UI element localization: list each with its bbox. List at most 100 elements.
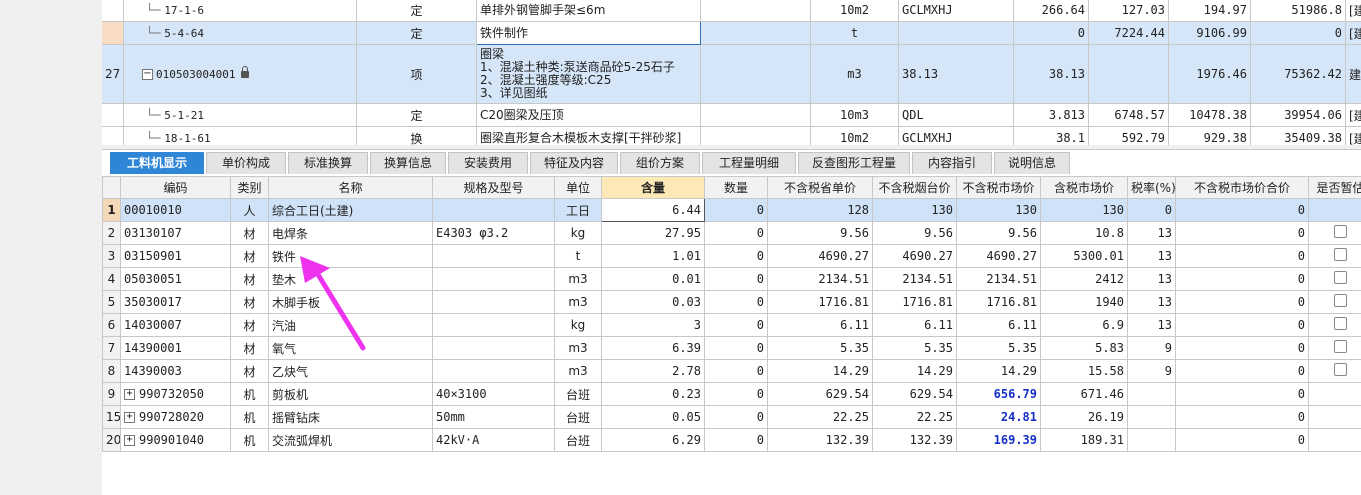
provisional-cell[interactable] (1308, 313, 1361, 337)
yantai-price-cell[interactable]: 14.29 (872, 359, 957, 383)
province-price-cell[interactable]: 4690.27 (767, 244, 873, 268)
tab-4[interactable]: 安装费用 (448, 152, 528, 174)
quantity-cell[interactable]: 0 (704, 313, 768, 337)
unit-cell[interactable]: 10m2 (810, 126, 899, 145)
tab-8[interactable]: 反查图形工程量 (798, 152, 910, 174)
tax-market-price-cell[interactable]: 5300.01 (1040, 244, 1128, 268)
market-total-cell[interactable]: 0 (1175, 428, 1309, 452)
provisional-cell[interactable] (1308, 336, 1361, 360)
tab-0[interactable]: 工料机显示 (110, 152, 204, 174)
col-header[interactable]: 规格及型号 (432, 176, 555, 199)
row-number[interactable] (102, 0, 124, 22)
price1-cell[interactable]: 7224.44 (1088, 21, 1169, 45)
tax-market-price-cell[interactable]: 671.46 (1040, 382, 1128, 406)
provisional-cell[interactable] (1308, 405, 1361, 429)
quantity-cell[interactable]: 0 (704, 267, 768, 291)
provisional-cell[interactable] (1308, 267, 1361, 291)
tax-rate-cell[interactable] (1127, 382, 1176, 406)
tab-7[interactable]: 工程量明细 (702, 152, 796, 174)
code-cell[interactable]: 05030051 (120, 267, 231, 291)
provisional-cell[interactable] (1308, 359, 1361, 383)
spec-cell[interactable] (700, 103, 811, 127)
content-cell[interactable]: 0.03 (601, 290, 705, 314)
provisional-cell[interactable] (1308, 221, 1361, 245)
price1-cell[interactable]: 6748.57 (1088, 103, 1169, 127)
code-cell[interactable]: └─ 18-1-61 (123, 126, 357, 145)
tax-market-price-cell[interactable]: 10.8 (1040, 221, 1128, 245)
name-cell[interactable]: 单排外钢管脚手架≤6m (476, 0, 701, 22)
type-cell[interactable]: 定 (356, 0, 477, 22)
spec-cell[interactable]: 50mm (432, 405, 555, 429)
col-header[interactable]: 数量 (704, 176, 768, 199)
qty-cell[interactable]: 3.813 (1013, 103, 1089, 127)
row-index[interactable]: 6 (102, 313, 121, 337)
tab-5[interactable]: 特征及内容 (530, 152, 618, 174)
province-price-cell[interactable]: 9.56 (767, 221, 873, 245)
yantai-price-cell[interactable]: 9.56 (872, 221, 957, 245)
yantai-price-cell[interactable]: 6.11 (872, 313, 957, 337)
row-index[interactable]: 5 (102, 290, 121, 314)
col-header[interactable]: 名称 (268, 176, 433, 199)
category-cell[interactable]: 机 (230, 405, 269, 429)
code-cell[interactable]: 14030007 (120, 313, 231, 337)
unit-cell[interactable]: t (810, 21, 899, 45)
row-index[interactable]: 2 (102, 221, 121, 245)
tax-rate-cell[interactable]: 13 (1127, 244, 1176, 268)
bill-row[interactable]: └─ 17-1-6 定单排外钢管脚手架≤6m 10m2 GCLMXHJ 266.64 12… (102, 0, 1361, 22)
tax-market-price-cell[interactable]: 6.9 (1040, 313, 1128, 337)
row-index[interactable]: 4 (102, 267, 121, 291)
name-cell[interactable]: 乙炔气 (268, 359, 433, 383)
yantai-price-cell[interactable]: 1716.81 (872, 290, 957, 314)
market-total-cell[interactable]: 0 (1175, 313, 1309, 337)
category-cell[interactable]: 建筑工程 (1345, 44, 1361, 104)
unit-cell[interactable]: m3 (554, 359, 602, 383)
provisional-checkbox[interactable] (1334, 294, 1347, 307)
total-cell[interactable]: 0 (1250, 21, 1346, 45)
unit-cell[interactable]: 台班 (554, 382, 602, 406)
content-cell[interactable]: 0.05 (601, 405, 705, 429)
tax-rate-cell[interactable] (1127, 405, 1176, 429)
category-cell[interactable]: [建筑工程] (1345, 0, 1361, 22)
quantity-cell[interactable]: 0 (704, 290, 768, 314)
yantai-price-cell[interactable]: 132.39 (872, 428, 957, 452)
unit-cell[interactable]: kg (554, 313, 602, 337)
market-total-cell[interactable]: 0 (1175, 290, 1309, 314)
name-cell[interactable]: 铁件 (268, 244, 433, 268)
market-price-cell[interactable]: 656.79 (956, 382, 1041, 406)
provisional-cell[interactable] (1308, 244, 1361, 268)
province-price-cell[interactable]: 22.25 (767, 405, 873, 429)
qty-cell[interactable]: 266.64 (1013, 0, 1089, 22)
category-cell[interactable]: 人 (230, 198, 269, 222)
category-cell[interactable]: 材 (230, 290, 269, 314)
qty-expr-cell[interactable]: GCLMXHJ (898, 0, 1014, 22)
tax-market-price-cell[interactable]: 5.83 (1040, 336, 1128, 360)
category-cell[interactable]: 材 (230, 244, 269, 268)
col-header[interactable]: 不含税市场价 (956, 176, 1041, 199)
spec-cell[interactable] (700, 126, 811, 145)
qty-expr-cell[interactable] (898, 21, 1014, 45)
spec-cell[interactable] (432, 359, 555, 383)
tax-market-price-cell[interactable]: 189.31 (1040, 428, 1128, 452)
code-cell[interactable]: +990732050 (120, 382, 231, 406)
name-cell[interactable]: 交流弧焊机 (268, 428, 433, 452)
market-price-cell[interactable]: 2134.51 (956, 267, 1041, 291)
qty-cell[interactable]: 38.1 (1013, 126, 1089, 145)
tax-rate-cell[interactable]: 13 (1127, 267, 1176, 291)
market-total-cell[interactable]: 0 (1175, 221, 1309, 245)
yantai-price-cell[interactable]: 5.35 (872, 336, 957, 360)
resource-row[interactable]: 2 03130107 材电焊条 E4303 φ3.2 kg 27.95 0 9.56 9.56 9… (102, 221, 1361, 245)
type-cell[interactable]: 定 (356, 21, 477, 45)
row-number[interactable] (102, 21, 124, 45)
provisional-cell[interactable] (1308, 382, 1361, 406)
bill-row[interactable]: 27−010503004001 项圈梁 1、混凝土种类:泵送商品砼5-25石子 2、混… (102, 44, 1361, 104)
category-cell[interactable]: 机 (230, 428, 269, 452)
type-cell[interactable]: 定 (356, 103, 477, 127)
code-cell[interactable]: 14390001 (120, 336, 231, 360)
bill-items-grid[interactable]: └─ 17-1-6 定单排外钢管脚手架≤6m 10m2 GCLMXHJ 266.64 12… (102, 0, 1361, 145)
resource-row[interactable]: 9 +990732050 机剪板机 40×3100 台班 0.23 0 629.54 629.5… (102, 382, 1361, 406)
quantity-cell[interactable]: 0 (704, 359, 768, 383)
category-cell[interactable]: 材 (230, 313, 269, 337)
code-cell[interactable]: └─ 5-4-64 (123, 21, 357, 45)
unit-cell[interactable]: t (554, 244, 602, 268)
spec-cell[interactable] (432, 336, 555, 360)
